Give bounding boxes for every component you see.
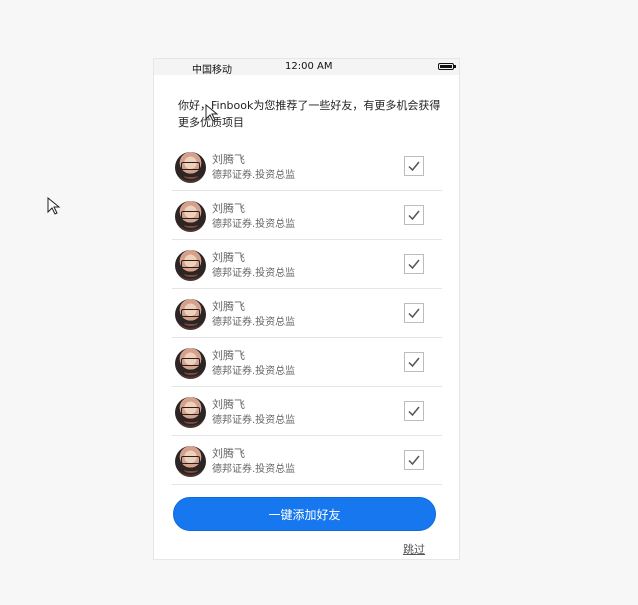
friend-row[interactable]: 刘腾飞 德邦证券.投资总监 — [172, 142, 442, 191]
friend-row[interactable]: 刘腾飞 德邦证券.投资总监 — [172, 289, 442, 338]
friend-title: 德邦证券.投资总监 — [212, 219, 296, 230]
friend-checkbox[interactable] — [404, 401, 424, 421]
friend-checkbox[interactable] — [404, 254, 424, 274]
friend-title: 德邦证券.投资总监 — [212, 464, 296, 475]
friend-checkbox[interactable] — [404, 156, 424, 176]
friend-title: 德邦证券.投资总监 — [212, 366, 296, 377]
person-avatar — [175, 299, 206, 330]
arrow-cursor-icon — [205, 104, 219, 122]
checkmark-icon — [408, 259, 420, 270]
status-time: 12:00 AM — [285, 61, 333, 72]
friend-row[interactable]: 刘腾飞 德邦证券.投资总监 — [172, 338, 442, 387]
friend-name: 刘腾飞 — [212, 251, 245, 264]
friend-title: 德邦证券.投资总监 — [212, 268, 296, 279]
arrow-cursor-icon — [47, 197, 61, 215]
person-avatar — [175, 348, 206, 379]
friend-checkbox[interactable] — [404, 352, 424, 372]
checkmark-icon — [408, 455, 420, 466]
friend-checkbox[interactable] — [404, 450, 424, 470]
prototype-canvas: 中国移动 12:00 AM 你好，Finbook为您推荐了一些好友，有更多机会获… — [0, 0, 638, 605]
friend-list: 刘腾飞 德邦证券.投资总监 刘腾飞 德邦证券.投资总监 刘腾飞 德邦证券.投资总… — [172, 142, 442, 486]
friend-name: 刘腾飞 — [212, 398, 245, 411]
friend-name: 刘腾飞 — [212, 447, 245, 460]
person-avatar — [175, 152, 206, 183]
checkmark-icon — [408, 308, 420, 319]
friend-name: 刘腾飞 — [212, 300, 245, 313]
checkmark-icon — [408, 161, 420, 172]
checkmark-icon — [408, 210, 420, 221]
status-bar: 中国移动 12:00 AM — [154, 59, 459, 76]
person-avatar — [175, 397, 206, 428]
phone-screen: 中国移动 12:00 AM 你好，Finbook为您推荐了一些好友，有更多机会获… — [153, 58, 460, 560]
friend-name: 刘腾飞 — [212, 349, 245, 362]
friend-row[interactable]: 刘腾飞 德邦证券.投资总监 — [172, 240, 442, 289]
friend-title: 德邦证券.投资总监 — [212, 317, 296, 328]
person-avatar — [175, 446, 206, 477]
person-avatar — [175, 250, 206, 281]
person-avatar — [175, 201, 206, 232]
friend-checkbox[interactable] — [404, 205, 424, 225]
friend-title: 德邦证券.投资总监 — [212, 415, 296, 426]
friend-name: 刘腾飞 — [212, 153, 245, 166]
checkmark-icon — [408, 406, 420, 417]
battery-icon — [438, 63, 456, 70]
friend-checkbox[interactable] — [404, 303, 424, 323]
friend-title: 德邦证券.投资总监 — [212, 170, 296, 181]
checkmark-icon — [408, 357, 420, 368]
carrier-name: 中国移动 — [192, 65, 232, 76]
friend-name: 刘腾飞 — [212, 202, 245, 215]
friend-row[interactable]: 刘腾飞 德邦证券.投资总监 — [172, 387, 442, 436]
friend-row[interactable]: 刘腾飞 德邦证券.投资总监 — [172, 436, 442, 485]
add-all-friends-button[interactable]: 一键添加好友 — [173, 497, 436, 531]
friend-row[interactable]: 刘腾飞 德邦证券.投资总监 — [172, 191, 442, 240]
skip-link[interactable]: 跳过 — [403, 541, 425, 557]
